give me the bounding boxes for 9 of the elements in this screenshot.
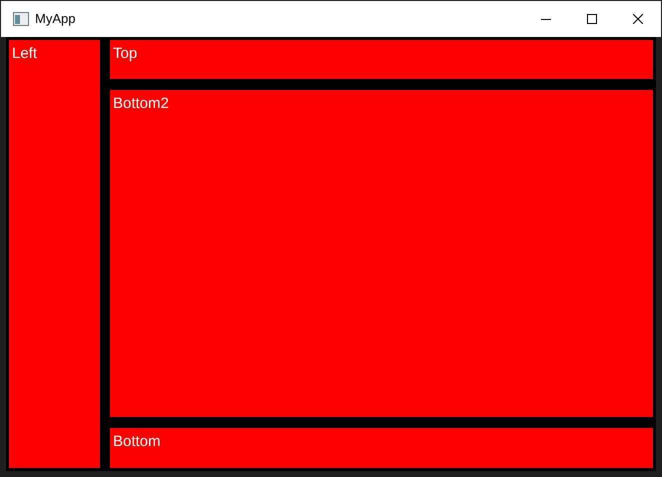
center-panel: Bottom2 bbox=[110, 90, 653, 417]
app-icon bbox=[13, 12, 29, 26]
bottom-panel: Bottom bbox=[110, 428, 653, 468]
top-panel: Top bbox=[110, 40, 653, 79]
maximize-icon bbox=[587, 14, 597, 24]
left-panel: Left bbox=[9, 40, 100, 468]
window-title: MyApp bbox=[35, 10, 76, 28]
close-icon bbox=[633, 14, 643, 24]
minimize-icon bbox=[541, 18, 551, 20]
